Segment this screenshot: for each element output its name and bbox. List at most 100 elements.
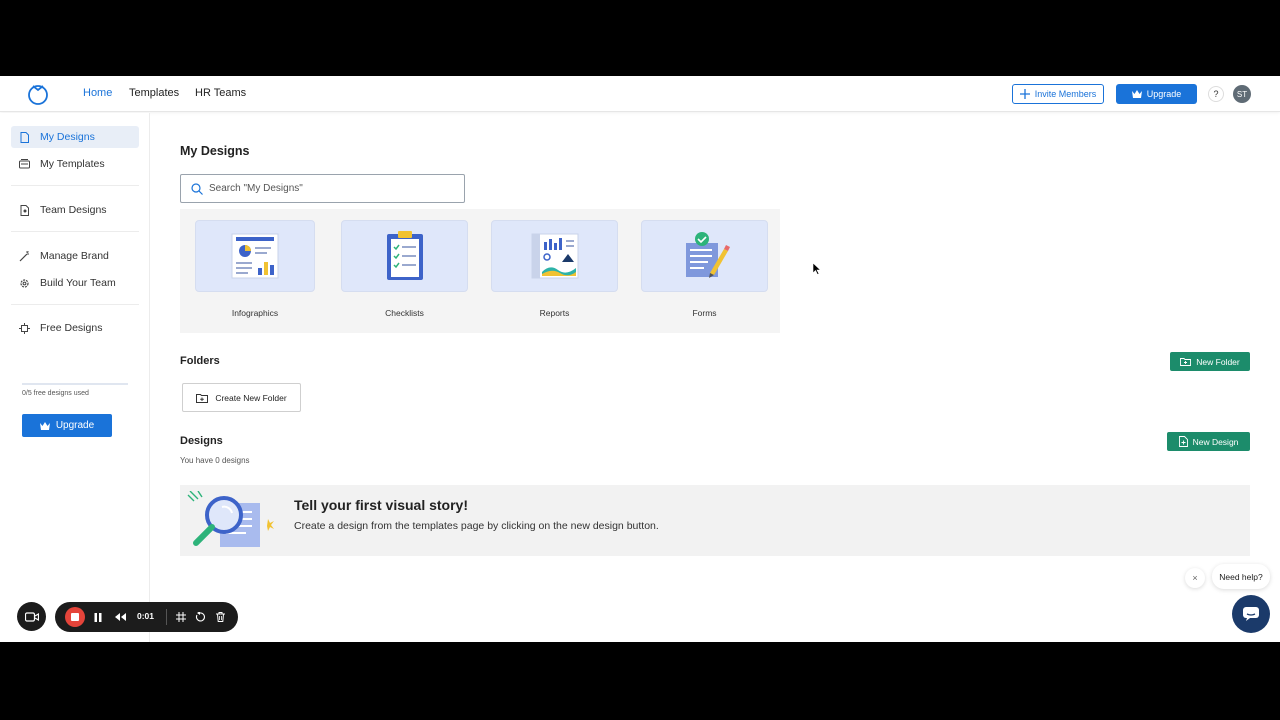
- category-tile[interactable]: [341, 220, 468, 292]
- mouse-cursor-icon: [813, 263, 821, 275]
- close-help-button[interactable]: ×: [1185, 568, 1205, 588]
- category-label: Infographics: [231, 308, 279, 318]
- category-panel: Infographics Checklists Reports Forms: [180, 209, 780, 333]
- nav-home[interactable]: Home: [83, 87, 112, 99]
- camera-toggle-button[interactable]: [17, 602, 46, 631]
- grid-icon: [176, 612, 186, 622]
- recording-timer: 0:01: [137, 611, 155, 621]
- search-input[interactable]: [209, 183, 449, 194]
- delete-recording-button[interactable]: [213, 610, 227, 624]
- sidebar-divider: [11, 185, 139, 186]
- folder-plus-icon: [196, 393, 209, 403]
- grid-button[interactable]: [174, 610, 188, 624]
- restart-icon: [195, 612, 205, 622]
- sidebar-item-team-designs[interactable]: Team Designs: [11, 199, 139, 221]
- top-navbar: Home Templates HR Teams Invite Members U…: [0, 76, 1280, 112]
- nav-hr-teams[interactable]: HR Teams: [195, 87, 246, 99]
- new-folder-button[interactable]: New Folder: [1170, 352, 1250, 371]
- invite-members-label: Invite Members: [1034, 89, 1097, 99]
- need-help-bubble[interactable]: Need help?: [1212, 564, 1270, 589]
- crown-icon: [39, 421, 50, 430]
- sidebar-item-label: Manage Brand: [40, 250, 109, 262]
- rewind-button[interactable]: [113, 610, 127, 624]
- sidebar-item-free-designs[interactable]: Free Designs: [11, 317, 139, 339]
- search-box[interactable]: [180, 174, 465, 203]
- empty-state-banner: Tell your first visual story! Create a d…: [180, 485, 1250, 556]
- upgrade-label: Upgrade: [55, 420, 95, 431]
- upgrade-button-sidebar[interactable]: Upgrade: [22, 414, 112, 437]
- sidebar-item-label: My Designs: [40, 131, 95, 143]
- chat-button[interactable]: [1232, 595, 1270, 633]
- video-camera-icon: [24, 611, 39, 622]
- folder-plus-icon: [1180, 358, 1192, 366]
- stop-icon: [71, 613, 79, 621]
- toolbar-divider: [166, 609, 167, 625]
- app-window: Home Templates HR Teams Invite Members U…: [0, 76, 1280, 642]
- sidebar: My Designs My Templates Team Designs Man…: [0, 113, 150, 642]
- page-title: My Designs: [180, 144, 250, 158]
- category-tile[interactable]: [491, 220, 618, 292]
- chat-icon: [1243, 607, 1259, 621]
- plus-icon: [1019, 89, 1030, 99]
- pause-button[interactable]: [91, 610, 105, 624]
- empty-state-title: Tell your first visual story!: [294, 497, 469, 513]
- avatar[interactable]: ST: [1233, 85, 1251, 103]
- create-new-folder-button[interactable]: Create New Folder: [182, 383, 301, 412]
- folders-title: Folders: [180, 355, 220, 367]
- category-tile[interactable]: [641, 220, 768, 292]
- help-button[interactable]: ?: [1208, 86, 1224, 102]
- category-reports[interactable]: Reports: [491, 220, 618, 330]
- sidebar-item-my-designs[interactable]: My Designs: [11, 126, 139, 148]
- sidebar-item-label: Build Your Team: [40, 277, 116, 289]
- document-plus-icon: [1178, 436, 1188, 447]
- rewind-icon: [114, 613, 126, 621]
- create-new-folder-label: Create New Folder: [215, 392, 287, 403]
- sidebar-item-manage-brand[interactable]: Manage Brand: [11, 245, 139, 267]
- new-design-label: New Design: [1192, 436, 1239, 447]
- free-designs-progress: [22, 383, 128, 385]
- category-label: Reports: [539, 308, 570, 318]
- category-label: Forms: [692, 308, 717, 318]
- sidebar-item-label: Free Designs: [40, 322, 103, 334]
- category-infographics[interactable]: Infographics: [195, 220, 315, 330]
- gear-icon: [19, 278, 30, 289]
- report-icon: [531, 233, 578, 279]
- sidebar-item-label: My Templates: [40, 158, 105, 170]
- designs-title: Designs: [180, 435, 223, 447]
- category-label: Checklists: [385, 308, 424, 318]
- category-tile[interactable]: [195, 220, 315, 292]
- team-doc-icon: [19, 204, 30, 216]
- recording-toolbar: 0:01: [55, 602, 238, 632]
- restart-button[interactable]: [193, 610, 207, 624]
- sidebar-divider: [11, 231, 139, 232]
- checklist-icon: [386, 231, 423, 280]
- document-icon: [19, 131, 30, 143]
- crown-icon: [1131, 90, 1142, 98]
- nav-templates[interactable]: Templates: [129, 87, 179, 99]
- new-design-button[interactable]: New Design: [1167, 432, 1250, 451]
- new-folder-label: New Folder: [1196, 356, 1240, 367]
- magnifier-illustration-icon: [187, 491, 274, 547]
- empty-state-description: Create a design from the templates page …: [294, 520, 659, 532]
- category-forms[interactable]: Forms: [641, 220, 768, 330]
- upgrade-label: Upgrade: [1146, 89, 1182, 99]
- sidebar-divider: [11, 304, 139, 305]
- sidebar-item-build-your-team[interactable]: Build Your Team: [11, 272, 139, 294]
- sidebar-item-label: Team Designs: [40, 204, 107, 216]
- magic-wand-icon: [19, 250, 30, 262]
- form-icon: [685, 232, 730, 278]
- sparkle-icon: [19, 322, 30, 334]
- search-icon: [191, 182, 203, 195]
- invite-members-button[interactable]: Invite Members: [1012, 84, 1104, 104]
- infographic-icon: [231, 233, 279, 279]
- designs-count: You have 0 designs: [180, 456, 250, 465]
- upgrade-button-top[interactable]: Upgrade: [1116, 84, 1197, 104]
- stop-recording-button[interactable]: [65, 607, 85, 627]
- free-designs-count: 0/5 free designs used: [22, 390, 89, 397]
- category-checklists[interactable]: Checklists: [341, 220, 468, 330]
- pause-icon: [94, 612, 102, 622]
- template-icon: [19, 159, 30, 170]
- logo-icon[interactable]: [27, 83, 49, 105]
- trash-icon: [215, 612, 225, 622]
- sidebar-item-my-templates[interactable]: My Templates: [11, 153, 139, 175]
